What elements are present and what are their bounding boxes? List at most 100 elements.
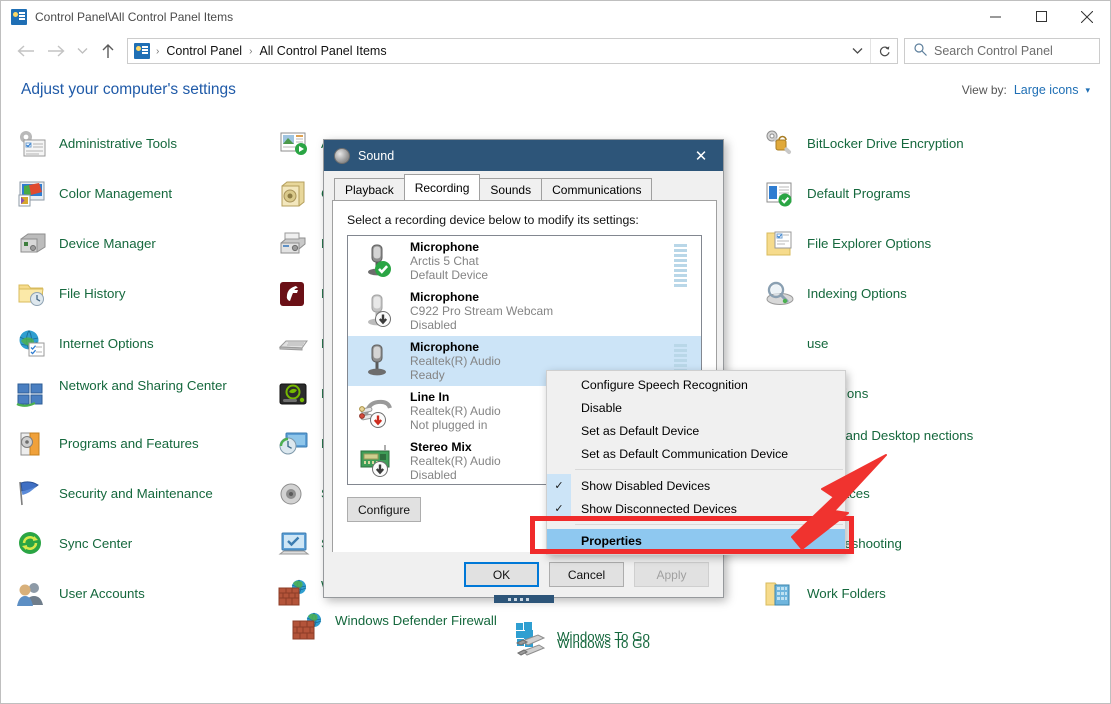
forward-icon[interactable] (41, 36, 71, 66)
menu-item-label: Show Disconnected Devices (581, 501, 737, 516)
check-icon: ✓ (547, 474, 571, 497)
search-control-panel-box[interactable]: Search Control Panel (904, 38, 1100, 64)
cp-item-label: Default Programs (807, 186, 911, 201)
menu-item-disable[interactable]: Disable (547, 396, 845, 419)
menu-item-label: Show Disabled Devices (581, 478, 711, 493)
cp-item-programs-and-features[interactable]: Programs and Features (15, 427, 277, 477)
keyboard-icon (277, 327, 311, 361)
minimize-button[interactable] (972, 1, 1018, 32)
red-arrow-annotation (791, 454, 887, 550)
menu-item-configure-speech-recognition[interactable]: Configure Speech Recognition (547, 373, 845, 396)
cp-item-label: use (807, 336, 829, 351)
microphone-icon (358, 289, 402, 333)
breadcrumb-all-items[interactable]: All Control Panel Items (256, 44, 389, 58)
tab-playback[interactable]: Playback (334, 178, 405, 200)
cp-item-label: Indexing Options (807, 286, 907, 301)
device-text: Line In Realtek(R) Audio Not plugged in (410, 390, 501, 432)
cp-item-file-history[interactable]: File History (15, 277, 277, 327)
view-by-label: View by: (961, 83, 1007, 97)
check-icon: ✓ (547, 497, 571, 520)
cp-item-network-and-sharing-center[interactable]: Network and Sharing Center (15, 377, 277, 427)
configure-button[interactable]: Configure (347, 497, 422, 522)
maximize-button[interactable] (1018, 1, 1064, 32)
address-bar[interactable]: › Control Panel › All Control Panel Item… (127, 38, 898, 64)
cp-item-device-manager[interactable]: Device Manager (15, 227, 277, 277)
user-accounts-icon (15, 577, 49, 611)
cp-item-bitlocker-drive-encryption[interactable]: BitLocker Drive Encryption (763, 127, 1025, 177)
cp-item-label: Security and Maintenance (59, 486, 213, 501)
device-list-item[interactable]: Microphone C922 Pro Stream Webcam Disabl… (348, 286, 701, 336)
windows-defender-firewall-icon (291, 611, 325, 645)
cp-item-label: Windows To Go (557, 628, 650, 644)
up-icon[interactable] (93, 36, 123, 66)
device-status: Disabled (410, 468, 457, 482)
tab-recording[interactable]: Recording (403, 174, 481, 200)
device-driver: Realtek(R) Audio (410, 354, 501, 368)
device-text: Microphone Arctis 5 Chat Default Device (410, 240, 488, 282)
refresh-icon[interactable] (871, 39, 897, 63)
device-status: Ready (410, 368, 445, 382)
address-bar-buttons (845, 39, 897, 63)
breadcrumb-control-panel[interactable]: Control Panel (163, 44, 245, 58)
volume-meter (674, 244, 687, 289)
view-by-value[interactable]: Large icons (1014, 83, 1079, 97)
network-sharing-center-icon (15, 377, 49, 411)
device-list-item[interactable]: Microphone Arctis 5 Chat Default Device (348, 236, 701, 289)
cp-item-indexing-options[interactable]: Indexing Options (763, 277, 1025, 327)
cp-item-administrative-tools[interactable]: Administrative Tools (15, 127, 277, 177)
cp-item-label: User Accounts (59, 586, 145, 601)
apply-button: Apply (634, 562, 709, 587)
cp-item-color-management[interactable]: Color Management (15, 177, 277, 227)
cp-item-sync-center[interactable]: Sync Center (15, 527, 277, 577)
cp-item-label: File History (59, 286, 126, 301)
cp-item-default-programs[interactable]: Default Programs (763, 177, 1025, 227)
chevron-down-icon[interactable]: ▾ (1085, 85, 1090, 96)
cp-item-file-explorer-options[interactable]: File Explorer Options (763, 227, 1025, 277)
sound-dialog-close-button[interactable]: ✕ (679, 140, 723, 171)
cp-item-security-and-maintenance[interactable]: Security and Maintenance (15, 477, 277, 527)
devices-and-printers-icon (277, 227, 311, 261)
view-by-control[interactable]: View by: Large icons ▾ (962, 83, 1090, 97)
windows-defender-firewall-icon (277, 577, 311, 611)
cp-item-label: File Explorer Options (807, 236, 932, 251)
sync-center-icon (15, 527, 49, 561)
tab-sounds[interactable]: Sounds (479, 178, 543, 200)
cp-item-windows-defender-firewall-bottom[interactable]: Windows Defender Firewall (291, 611, 497, 645)
navigation-bar: › Control Panel › All Control Panel Item… (1, 32, 1110, 70)
ok-button[interactable]: OK (464, 562, 539, 587)
cancel-button[interactable]: Cancel (549, 562, 624, 587)
cp-item-label: Device Manager (59, 236, 156, 251)
device-status: Disabled (410, 318, 457, 332)
default-programs-icon (763, 177, 797, 211)
device-name: Line In (410, 390, 450, 404)
search-input-placeholder[interactable]: Search Control Panel (934, 44, 1053, 58)
cp-item-label: Internet Options (59, 336, 154, 351)
cp-item-work-folders[interactable]: Work Folders (763, 577, 1025, 627)
cp-item-user-accounts[interactable]: User Accounts (15, 577, 277, 627)
microphone-icon (358, 239, 402, 283)
cp-item-label: Network and Sharing Center (59, 378, 227, 393)
work-folders-icon (763, 577, 797, 611)
back-icon[interactable] (11, 36, 41, 66)
device-driver: Arctis 5 Chat (410, 254, 479, 268)
window-title: Control Panel\All Control Panel Items (35, 9, 234, 24)
device-text: Stereo Mix Realtek(R) Audio Disabled (410, 440, 501, 482)
sound-dialog-title: Sound (358, 148, 395, 163)
close-button[interactable] (1064, 1, 1110, 32)
administrative-tools-icon (15, 127, 49, 161)
window-title-bar: Control Panel\All Control Panel Items (1, 1, 1110, 32)
menu-item-set-as-default-device[interactable]: Set as Default Device (547, 419, 845, 442)
mouse-icon (763, 327, 797, 361)
cp-item-windows-to-go-bottom[interactable]: Windows To Go (513, 619, 650, 653)
chevron-down-icon[interactable] (845, 39, 871, 63)
stereo-mix-card-icon (358, 439, 402, 483)
cp-item-label: Programs and Features (59, 436, 199, 451)
autoplay-icon (277, 127, 311, 161)
page-title: Adjust your computer's settings (21, 81, 236, 98)
microphone-icon (358, 339, 402, 383)
sound-dialog-title-bar: Sound ✕ (324, 140, 723, 171)
recent-locations-icon[interactable] (71, 36, 93, 66)
tab-communications[interactable]: Communications (541, 178, 653, 200)
cp-item-internet-options[interactable]: Internet Options (15, 327, 277, 377)
resize-grip[interactable] (493, 595, 554, 603)
